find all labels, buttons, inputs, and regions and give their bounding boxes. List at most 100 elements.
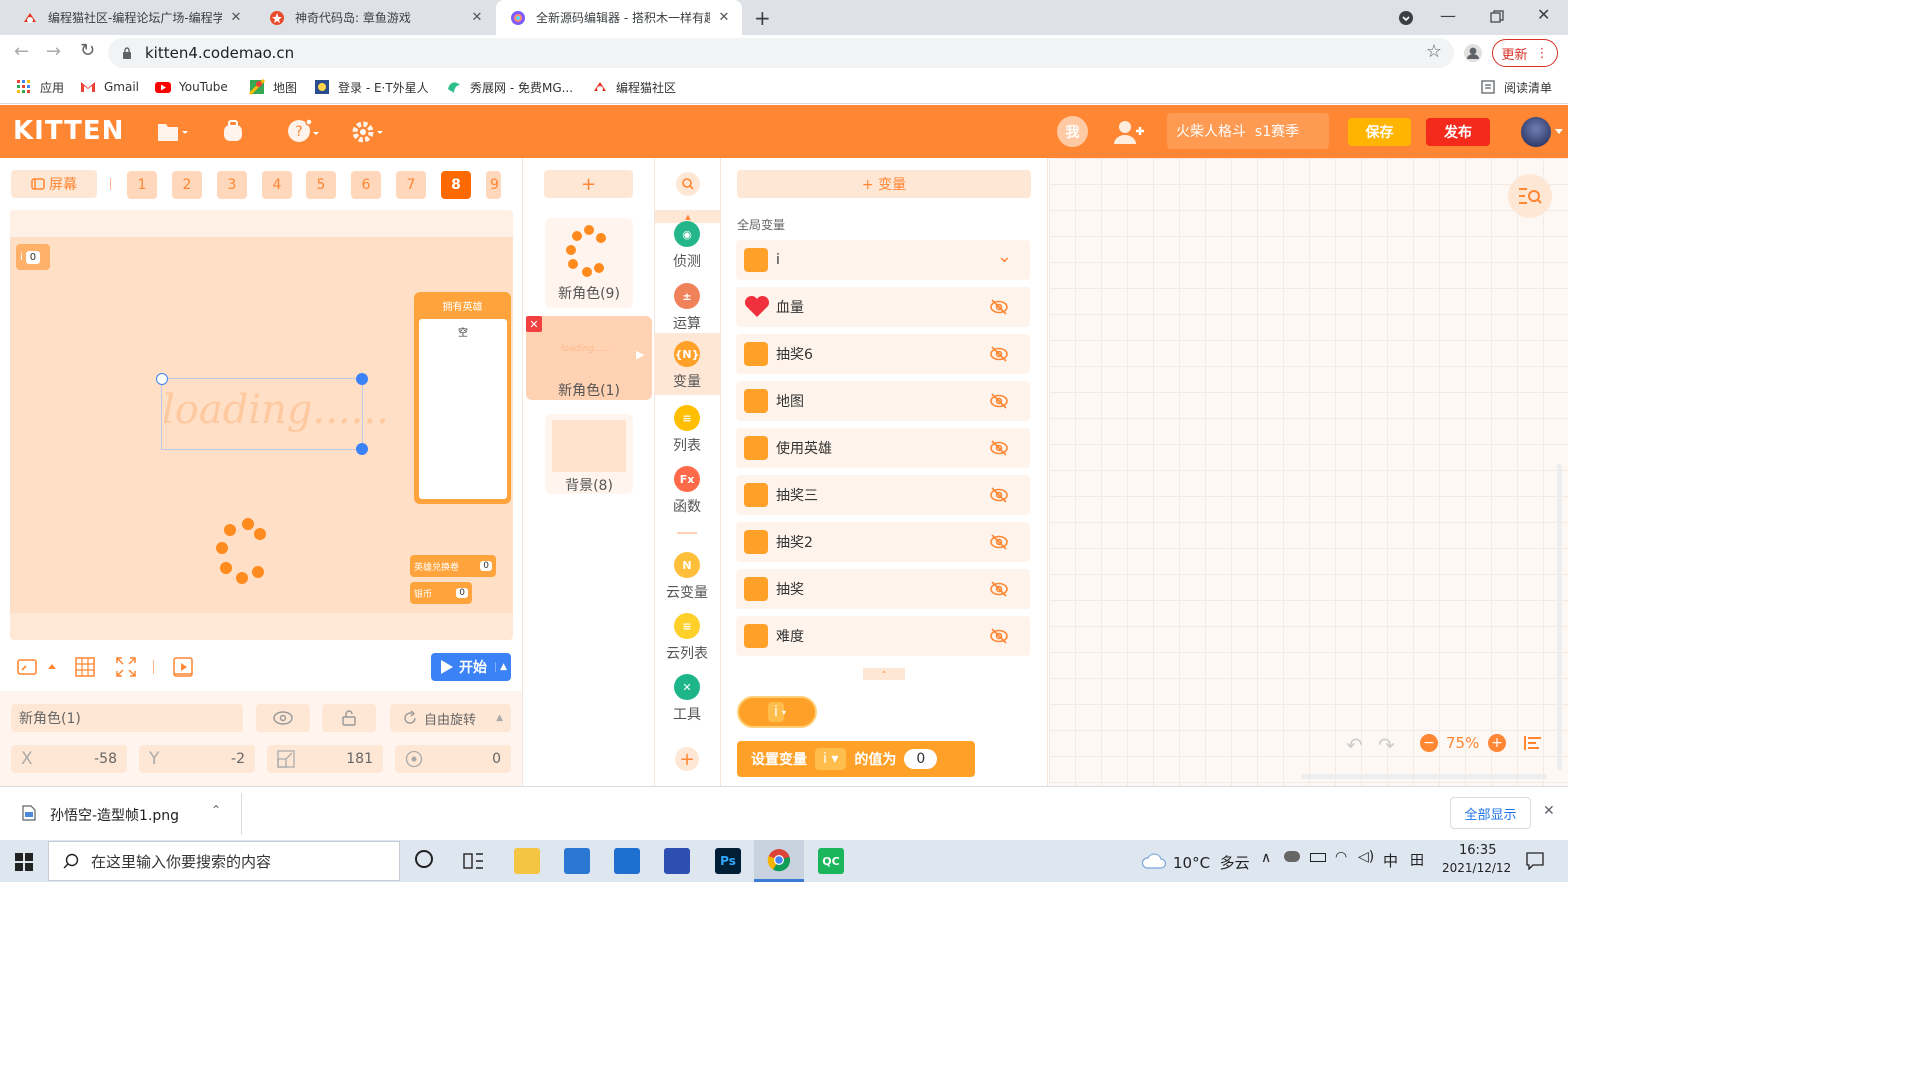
file-folder-icon[interactable] bbox=[158, 121, 188, 143]
clock-date[interactable]: 2021/12/12 bbox=[1442, 861, 1511, 875]
user-avatar[interactable]: 我 bbox=[1057, 116, 1088, 147]
hidden-eye-icon[interactable] bbox=[988, 625, 1010, 647]
ime-mode[interactable]: 中 bbox=[1383, 850, 1398, 871]
bookmark-maps[interactable]: 地图 bbox=[249, 77, 297, 97]
close-tab-icon[interactable]: ✕ bbox=[469, 10, 485, 25]
close-tab-icon[interactable]: ✕ bbox=[716, 10, 732, 25]
bookmark-codemao[interactable]: 编程猫社区 bbox=[592, 77, 676, 97]
file-explorer-icon[interactable] bbox=[514, 848, 540, 874]
browser-tab-codemao-community[interactable]: 编程猫社区-编程论坛广场-编程学... ✕ bbox=[8, 0, 254, 35]
fullscreen-icon[interactable] bbox=[115, 656, 137, 678]
close-window-button[interactable]: ✕ bbox=[1537, 5, 1550, 24]
chevron-down-icon[interactable]: ⌄ bbox=[997, 246, 1012, 267]
tab-search-icon[interactable] bbox=[1398, 10, 1414, 26]
settings-gear-icon[interactable] bbox=[352, 120, 384, 144]
chrome-taskbar-button[interactable] bbox=[754, 840, 804, 882]
code-workspace[interactable]: ↶ ↷ − 75% + bbox=[1049, 158, 1568, 786]
hero-voucher-monitor[interactable]: 英雄兑换卷 0 bbox=[410, 555, 496, 577]
start-dropdown-icon[interactable]: ▲ bbox=[495, 662, 511, 672]
back-button[interactable]: ← bbox=[14, 41, 29, 62]
collapse-variables-icon[interactable]: ⌃ bbox=[863, 668, 905, 680]
variable-monitor[interactable]: i 0 bbox=[16, 244, 50, 270]
hidden-eye-icon[interactable] bbox=[988, 437, 1010, 459]
app-icon[interactable] bbox=[664, 848, 690, 874]
hero-list-monitor[interactable]: 拥有英雄 空 bbox=[414, 292, 511, 504]
grid-icon[interactable] bbox=[74, 656, 96, 678]
undo-icon[interactable]: ↶ bbox=[1346, 733, 1363, 757]
help-icon[interactable]: ? bbox=[288, 118, 320, 144]
zoom-in-button[interactable]: + bbox=[1488, 734, 1506, 752]
screen-tab-7[interactable]: 7 bbox=[396, 171, 426, 199]
restore-window-icon[interactable] bbox=[1490, 10, 1504, 24]
hidden-eye-icon[interactable] bbox=[988, 296, 1010, 318]
ime-layout-icon[interactable]: 田 bbox=[1410, 850, 1424, 870]
redo-icon[interactable]: ↷ bbox=[1378, 733, 1395, 757]
address-bar[interactable]: kitten4.codemao.cn ☆ bbox=[108, 38, 1454, 68]
onedrive-icon[interactable] bbox=[1284, 851, 1300, 862]
y-position-field[interactable]: Y -2 bbox=[139, 745, 255, 773]
category-tools[interactable]: ✕ 工具 bbox=[654, 674, 720, 734]
code-search-button[interactable] bbox=[1508, 174, 1552, 218]
variable-row[interactable]: 难度 bbox=[736, 616, 1030, 656]
hidden-eye-icon[interactable] bbox=[988, 578, 1010, 600]
task-view-icon[interactable] bbox=[463, 851, 485, 871]
resize-handle[interactable] bbox=[156, 373, 168, 385]
publish-button[interactable]: 发布 bbox=[1426, 118, 1490, 146]
stage-size-icon[interactable] bbox=[16, 658, 60, 676]
variable-row[interactable]: 抽奖6 bbox=[736, 334, 1030, 374]
clock-time[interactable]: 16:35 bbox=[1459, 843, 1496, 858]
hidden-eye-icon[interactable] bbox=[988, 343, 1010, 365]
store-icon[interactable] bbox=[564, 848, 590, 874]
cortana-icon[interactable] bbox=[415, 850, 433, 868]
horizontal-scrollbar[interactable] bbox=[1301, 774, 1547, 779]
screen-tab-8[interactable]: 8 bbox=[441, 171, 471, 199]
zoom-out-button[interactable]: − bbox=[1420, 734, 1438, 752]
profile-icon[interactable] bbox=[1463, 43, 1483, 63]
arrange-blocks-icon[interactable] bbox=[1524, 735, 1542, 751]
browser-tab-kitten-editor[interactable]: 全新源码编辑器 - 搭积木一样有趣... ✕ bbox=[496, 0, 742, 35]
tray-expand-icon[interactable]: ∧ bbox=[1261, 850, 1271, 866]
visibility-toggle[interactable] bbox=[256, 704, 310, 732]
start-button[interactable]: 开始 ▲ bbox=[431, 653, 511, 681]
close-tab-icon[interactable]: ✕ bbox=[228, 10, 244, 25]
notifications-icon[interactable] bbox=[1526, 852, 1544, 870]
category-function[interactable]: Fx 函数 bbox=[654, 466, 720, 526]
variable-row[interactable]: i ⌄ bbox=[736, 240, 1030, 280]
screen-tab-3[interactable]: 3 bbox=[217, 171, 247, 199]
variable-row[interactable]: 抽奖 bbox=[736, 569, 1030, 609]
download-options-icon[interactable]: ⌃ bbox=[211, 803, 221, 817]
hidden-eye-icon[interactable] bbox=[988, 484, 1010, 506]
battery-icon[interactable] bbox=[1310, 853, 1326, 862]
hidden-eye-icon[interactable] bbox=[988, 390, 1010, 412]
qc-app-icon[interactable]: QC bbox=[818, 848, 844, 874]
record-video-icon[interactable] bbox=[172, 656, 194, 678]
kitten-logo[interactable]: KITTEN bbox=[13, 116, 124, 146]
category-list[interactable]: ≡ 列表 bbox=[654, 405, 720, 465]
set-block-var-dropdown[interactable]: i ▾ bbox=[815, 748, 847, 770]
add-collaborator-icon[interactable] bbox=[1114, 119, 1144, 145]
project-title-input[interactable]: 火柴人格斗 s1赛季 bbox=[1167, 113, 1329, 149]
variable-row[interactable]: 地图 bbox=[736, 381, 1030, 421]
bookmark-apps[interactable]: 应用 bbox=[16, 77, 64, 97]
lock-toggle[interactable] bbox=[322, 704, 376, 732]
sprite-expand-arrow-icon[interactable]: ▶ bbox=[636, 348, 644, 361]
new-tab-button[interactable]: + bbox=[754, 6, 771, 30]
browser-tab-code-island[interactable]: 神奇代码岛: 章鱼游戏 ✕ bbox=[255, 0, 495, 35]
forward-button[interactable]: → bbox=[46, 41, 61, 62]
hidden-eye-icon[interactable] bbox=[988, 531, 1010, 553]
category-cloud-variable[interactable]: N 云变量 bbox=[654, 552, 720, 612]
size-field[interactable]: 181 bbox=[267, 745, 383, 773]
volume-icon[interactable]: ◁) bbox=[1358, 849, 1374, 865]
bookmark-xiuzhan[interactable]: 秀展网 - 免费MG... bbox=[446, 77, 573, 97]
bookmark-star-icon[interactable]: ☆ bbox=[1426, 41, 1442, 62]
reload-button[interactable]: ↻ bbox=[80, 40, 95, 61]
variable-row[interactable]: 抽奖2 bbox=[736, 522, 1030, 562]
reading-list-button[interactable]: 阅读清单 bbox=[1480, 77, 1552, 97]
silver-coin-monitor[interactable]: 银币 0 bbox=[410, 582, 472, 604]
screen-tab-6[interactable]: 6 bbox=[351, 171, 381, 199]
category-variable[interactable]: {N} 变量 bbox=[654, 333, 720, 395]
background-card[interactable]: 背景(8) bbox=[545, 414, 633, 494]
bookmark-gmail[interactable]: Gmail bbox=[80, 77, 139, 97]
update-button[interactable]: 更新 ⋮ bbox=[1492, 39, 1558, 67]
set-block-value-input[interactable]: 0 bbox=[904, 749, 938, 769]
